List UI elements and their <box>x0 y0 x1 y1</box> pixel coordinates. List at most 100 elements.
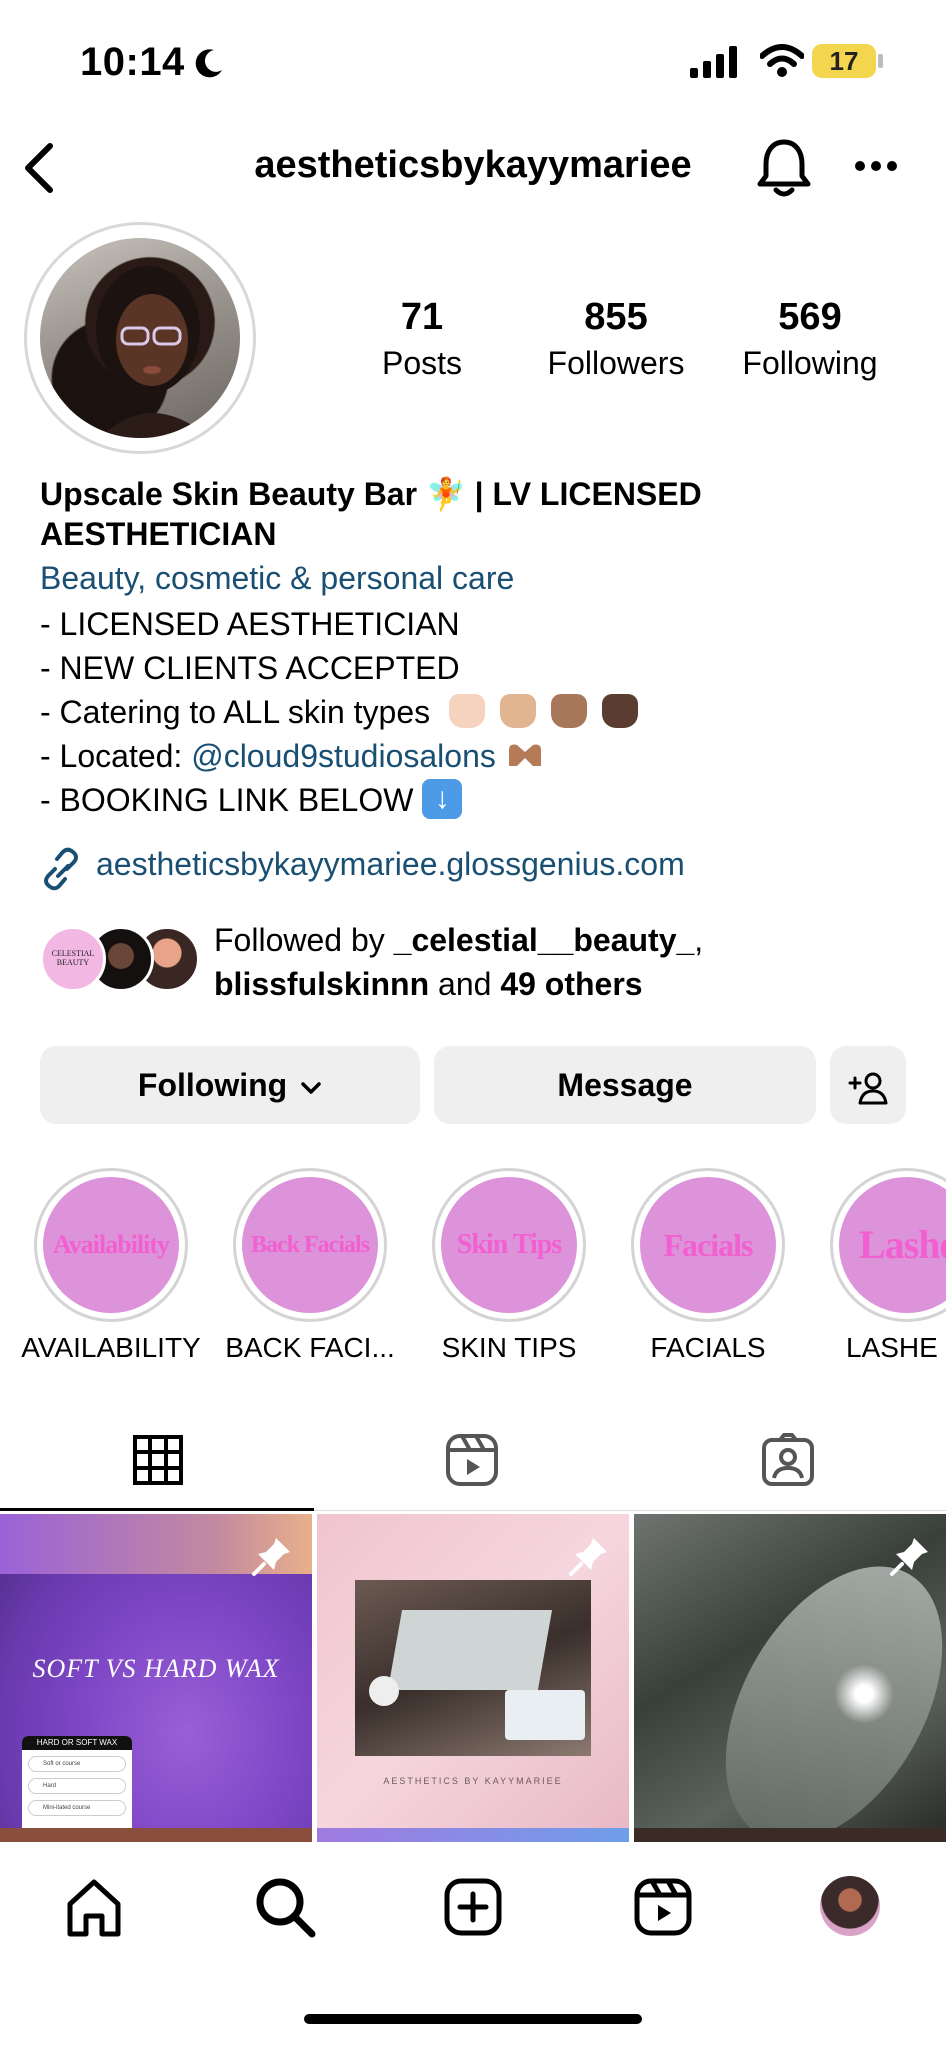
followed-by-prefix: Followed by <box>214 922 385 958</box>
chevron-down-icon <box>301 1081 321 1094</box>
stat-followers-value: 855 <box>584 296 648 338</box>
reels-icon[interactable] <box>634 1878 692 1936</box>
followed-by-others[interactable]: 49 others <box>500 966 642 1002</box>
mutual-follower-avatar-1-text: CELESTIAL BEAUTY <box>51 949 95 967</box>
fist-emoji-medium-light-icon <box>499 693 536 728</box>
fist-emoji-medium-dark-icon <box>550 693 587 728</box>
post-tile-1-option: Mini-itated course <box>28 1800 126 1816</box>
post-tile-1-option: Soft or course <box>28 1756 126 1772</box>
bio-line-5-row: - BOOKING LINK BELOW ↓ <box>40 778 463 823</box>
highlight-label: FACIALS <box>650 1332 766 1363</box>
wifi-icon <box>760 44 804 77</box>
post-tile-1-option: Hard <box>28 1778 126 1794</box>
post-tile-3[interactable] <box>634 1514 946 1828</box>
active-tab-indicator <box>0 1508 314 1511</box>
followed-by-user-2[interactable]: blissfulskinnn <box>214 966 429 1002</box>
highlight-label: AVAILABILITY <box>21 1332 201 1363</box>
highlight-label: LASHE <box>846 1332 938 1363</box>
followed-by-and: and <box>438 966 492 1002</box>
stat-followers-label: Followers <box>547 345 685 381</box>
post-tile-2[interactable]: AESTHETICS BY KAYYMARIEE <box>317 1514 629 1828</box>
highlight-cover-text: Lashes <box>859 1222 946 1267</box>
post-tile-1-card-title: HARD OR SOFT WAX <box>22 1736 132 1750</box>
pin-icon <box>890 1538 928 1576</box>
add-person-icon <box>848 1072 888 1105</box>
fist-emoji-dark-icon <box>601 693 638 728</box>
stat-following-value: 569 <box>778 296 842 338</box>
stat-following[interactable]: 569 Following <box>720 296 900 382</box>
highlight-skin-tips[interactable]: Skin Tips <box>432 1168 586 1322</box>
post-tile-1[interactable]: SOFT VS HARD WAX HARD OR SOFT WAX Soft o… <box>0 1514 312 1828</box>
highlight-cover: Back Facials <box>242 1177 378 1313</box>
stat-following-label: Following <box>742 345 878 381</box>
post-tile-2-bed <box>387 1610 553 1690</box>
highlight-cover-text: Back Facials <box>251 1232 370 1258</box>
post-tile-2-photo <box>355 1580 591 1756</box>
followed-by-user-1[interactable]: _celestial__beauty_ <box>394 922 695 958</box>
profile-external-link[interactable]: aestheticsbykayymariee.glossgenius.com <box>96 846 685 883</box>
bio-line-3-row: - Catering to ALL skin types <box>40 692 644 732</box>
post-tile-1-title: SOFT VS HARD WAX <box>32 1654 280 1683</box>
grid-tab-icon[interactable] <box>132 1434 184 1486</box>
tagged-tab-icon[interactable] <box>760 1432 816 1488</box>
bio-line-4-prefix: - Located: <box>40 738 183 774</box>
profile-tab-avatar[interactable] <box>820 1876 880 1936</box>
home-icon[interactable] <box>64 1878 124 1938</box>
highlight-cover: Availability <box>43 1177 179 1313</box>
followed-by-comma: , <box>694 922 704 958</box>
highlight-label: SKIN TIPS <box>441 1332 577 1363</box>
highlight-availability[interactable]: Availability <box>34 1168 188 1322</box>
post-row-2-tile-2[interactable] <box>317 1828 629 1842</box>
following-button[interactable]: Following <box>40 1046 420 1124</box>
highlight-label: BACK FACI... <box>225 1332 395 1363</box>
bio-line-2: - NEW CLIENTS ACCEPTED <box>40 650 460 686</box>
link-chain-icon <box>44 847 78 891</box>
post-tile-2-steamer <box>369 1676 399 1706</box>
post-tile-2-caption: AESTHETICS BY KAYYMARIEE <box>383 1776 563 1786</box>
highlight-cover-text: Skin Tips <box>456 1229 562 1260</box>
highlight-cover: Lashes <box>839 1177 946 1313</box>
highlight-facials[interactable]: Facials <box>631 1168 785 1322</box>
more-options-icon[interactable] <box>854 160 898 172</box>
profile-display-name: Upscale Skin Beauty Bar 🧚 | LV LICENSED … <box>40 476 702 552</box>
battery-cap <box>878 54 883 68</box>
pin-icon <box>569 1538 607 1576</box>
create-post-icon[interactable] <box>444 1878 502 1936</box>
profile-avatar[interactable] <box>40 238 240 438</box>
search-icon[interactable] <box>254 1876 316 1938</box>
followed-by-text[interactable]: Followed by _celestial__beauty_, blissfu… <box>214 918 894 1006</box>
following-button-label: Following <box>137 1067 288 1103</box>
highlight-back-facials[interactable]: Back Facials <box>233 1168 387 1322</box>
message-button-label: Message <box>557 1067 693 1103</box>
notification-bell-icon[interactable] <box>756 136 812 198</box>
home-indicator <box>304 2014 642 2024</box>
battery-indicator: 17 <box>812 44 876 78</box>
bio-line-3: - Catering to ALL skin types <box>40 694 431 730</box>
highlight-cover: Facials <box>640 1177 776 1313</box>
highlight-cover-text: Availability <box>52 1230 170 1259</box>
fist-emoji-light-icon <box>449 693 486 728</box>
bio-mention-link[interactable]: @cloud9studiosalons <box>191 738 496 774</box>
bio-line-5: - BOOKING LINK BELOW <box>40 782 414 818</box>
bio-line-4-row: - Located: @cloud9studiosalons <box>40 736 545 776</box>
down-arrow-emoji-icon: ↓ <box>422 778 463 819</box>
status-time: 10:14 <box>80 40 185 84</box>
suggested-users-button[interactable] <box>830 1046 906 1124</box>
post-tile-3-light <box>834 1664 894 1724</box>
stat-posts[interactable]: 71 Posts <box>332 296 512 382</box>
highlight-lashes[interactable]: Lashes <box>830 1168 946 1322</box>
message-button[interactable]: Message <box>434 1046 816 1124</box>
profile-category: Beauty, cosmetic & personal care <box>40 560 515 596</box>
stat-followers[interactable]: 855 Followers <box>526 296 706 382</box>
avatar-portrait-icon <box>96 266 210 438</box>
reels-tab-icon[interactable] <box>444 1432 500 1488</box>
post-tile-2-tray <box>505 1690 585 1740</box>
stat-posts-label: Posts <box>381 345 463 381</box>
post-row-2-tile-3[interactable] <box>634 1828 946 1842</box>
post-row-2-tile-1[interactable] <box>0 1828 312 1842</box>
mutual-follower-avatar-1[interactable]: CELESTIAL BEAUTY <box>40 926 106 992</box>
pin-icon <box>252 1538 290 1576</box>
heart-hands-emoji-icon <box>508 744 541 766</box>
battery-level: 17 <box>829 46 859 76</box>
bio-line-1: - LICENSED AESTHETICIAN <box>40 606 460 642</box>
